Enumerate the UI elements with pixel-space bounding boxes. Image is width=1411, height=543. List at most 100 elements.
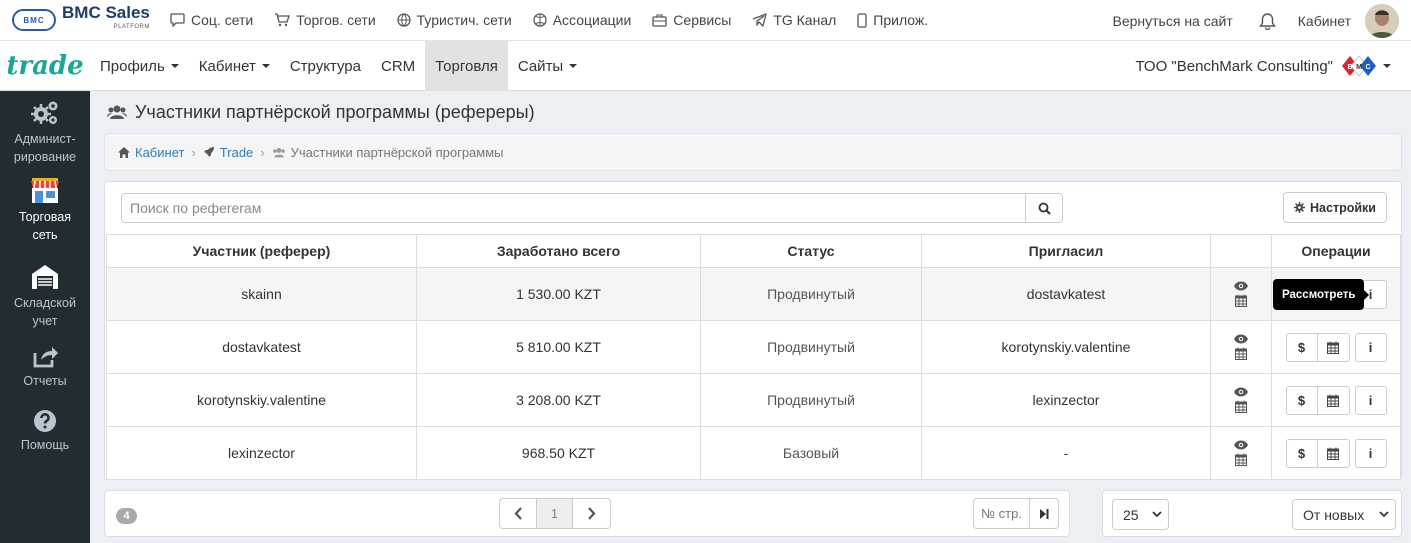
eye-icon[interactable] [1234, 281, 1248, 291]
back-to-site-link[interactable]: Вернуться на сайт [1113, 13, 1233, 29]
sidebar-item-warehouse[interactable]: Складской учет [0, 263, 90, 345]
table-row: skainn 1 530.00 KZT Продвинутый dostavka… [106, 267, 1401, 321]
payout-button[interactable]: $ [1285, 332, 1318, 362]
basketball-icon [533, 13, 547, 27]
total-count-badge: 4 [116, 508, 137, 524]
globe-icon [396, 13, 411, 27]
page-number-input[interactable]: № стр. [973, 498, 1030, 529]
caret-down-icon [569, 64, 578, 68]
info-button[interactable]: i [1354, 385, 1387, 415]
eye-icon[interactable] [1234, 387, 1248, 397]
info-icon: i [1368, 339, 1373, 355]
cell-status: Базовый [700, 426, 922, 480]
page-title-text: Участники партнёрской программы (реферер… [135, 101, 535, 122]
go-page-button[interactable] [1030, 498, 1059, 529]
info-button[interactable]: i [1354, 332, 1387, 362]
cell-icons [1210, 426, 1272, 480]
column-header-operations: Операции [1271, 234, 1401, 268]
menu-trade[interactable]: Торговля [425, 41, 508, 91]
payout-button[interactable]: $ [1285, 385, 1318, 415]
calendar-icon[interactable] [1235, 294, 1247, 307]
sidebar-item-trade-network[interactable]: Торговая сеть [0, 177, 90, 263]
pagination-panel: 4 1 № стр. [104, 490, 1070, 537]
users-icon [272, 147, 285, 157]
cell-invited-by[interactable]: korotynskiy.valentine [921, 320, 1211, 374]
topnav-social[interactable]: Соц. сети [170, 12, 253, 28]
sidebar-label: Помощь [20, 438, 70, 452]
users-icon [107, 105, 127, 119]
history-button[interactable] [1317, 332, 1350, 362]
search-input[interactable] [121, 193, 1026, 223]
cell-invited-by[interactable]: dostavkatest [921, 267, 1211, 321]
topnav-services[interactable]: Сервисы [652, 12, 731, 28]
sidebar-label-2: рирование [13, 150, 77, 164]
info-icon: i [1368, 445, 1373, 461]
menu-structure[interactable]: Структура [280, 41, 371, 91]
menu-label: Профиль [100, 57, 165, 75]
history-button[interactable] [1317, 438, 1350, 468]
eye-icon[interactable] [1234, 334, 1248, 344]
menu-profile[interactable]: Профиль [90, 41, 189, 91]
top-nav: Соц. сети Торгов. сети Туристич. сети Ас… [170, 12, 949, 28]
question-icon [34, 410, 56, 432]
sidebar-item-help[interactable]: Помощь [0, 409, 90, 469]
chevron-down-icon [1152, 511, 1162, 518]
calendar-icon[interactable] [1235, 453, 1247, 466]
menu-cabinet[interactable]: Кабинет [189, 41, 280, 91]
payout-button[interactable]: $ [1285, 438, 1318, 468]
menu-sites[interactable]: Сайты [508, 41, 587, 91]
cell-participant[interactable]: lexinzector [106, 426, 417, 480]
prev-page-button[interactable] [499, 498, 537, 529]
topnav-apps[interactable]: Прилож. [857, 12, 928, 28]
topnav-telegram[interactable]: TG Канал [752, 12, 836, 28]
sort-select[interactable]: От новых [1292, 499, 1396, 530]
column-header-invited-by[interactable]: Пригласил [921, 234, 1211, 268]
bmc-logo[interactable]: BMC BMC Sales PLATFORM [12, 4, 162, 34]
avatar[interactable] [1365, 3, 1399, 38]
cell-invited-by[interactable]: lexinzector [921, 373, 1211, 427]
company-selector[interactable]: ТОО "BenchMark Consulting" B M C [1135, 41, 1391, 91]
cell-participant[interactable]: skainn [106, 267, 417, 321]
bell-icon[interactable] [1258, 12, 1276, 30]
history-button[interactable] [1317, 385, 1350, 415]
caret-down-icon [170, 64, 179, 68]
breadcrumb-cabinet[interactable]: Кабинет [118, 145, 184, 160]
next-page-button[interactable] [573, 498, 611, 529]
dollar-icon: $ [1297, 339, 1306, 355]
cell-participant[interactable]: dostavkatest [106, 320, 417, 374]
calendar-icon[interactable] [1235, 400, 1247, 413]
sidebar-label: Отчеты [23, 374, 67, 388]
calendar-icon[interactable] [1235, 347, 1247, 360]
cabinet-link[interactable]: Кабинет [1298, 13, 1351, 29]
table-row: korotynskiy.valentine 3 208.00 KZT Продв… [106, 373, 1401, 427]
pagination: 1 [499, 498, 611, 529]
search-button[interactable] [1026, 193, 1063, 223]
sidebar-label: Админист- [14, 132, 76, 146]
sidebar-item-admin[interactable]: Админист- рирование [0, 99, 90, 177]
topnav-associations[interactable]: Ассоциации [533, 12, 631, 28]
operations-group: $ [1285, 438, 1350, 468]
topnav-tourism[interactable]: Туристич. сети [396, 12, 512, 28]
per-page-select[interactable]: 25 [1112, 499, 1169, 530]
topnav-trade[interactable]: Торгов. сети [274, 12, 376, 28]
trade-brand[interactable]: trade [0, 41, 90, 91]
eye-icon[interactable] [1234, 440, 1248, 450]
main-menu: Профиль Кабинет Структура CRM Торговля С… [90, 41, 587, 91]
operations-group: $ [1285, 332, 1350, 362]
chevron-down-icon [1379, 511, 1389, 518]
sort-value: От новых [1303, 506, 1365, 523]
cell-participant[interactable]: korotynskiy.valentine [106, 373, 417, 427]
cell-earned: 5 810.00 KZT [416, 320, 701, 374]
menu-crm[interactable]: CRM [371, 41, 425, 91]
column-header-earned[interactable]: Заработано всего [416, 234, 701, 268]
info-button[interactable]: i [1354, 438, 1387, 468]
column-header-status[interactable]: Статус [700, 234, 922, 268]
settings-button[interactable]: Настройки [1283, 192, 1387, 223]
breadcrumb-label: Trade [219, 144, 254, 160]
column-header-participant[interactable]: Участник (реферер) [106, 234, 417, 268]
sidebar-item-reports[interactable]: Отчеты [0, 345, 90, 409]
current-page-button[interactable]: 1 [537, 498, 573, 529]
phone-icon [857, 12, 867, 28]
breadcrumb-trade[interactable]: Trade [203, 145, 253, 160]
company-name: ТОО "BenchMark Consulting" [1135, 57, 1333, 75]
